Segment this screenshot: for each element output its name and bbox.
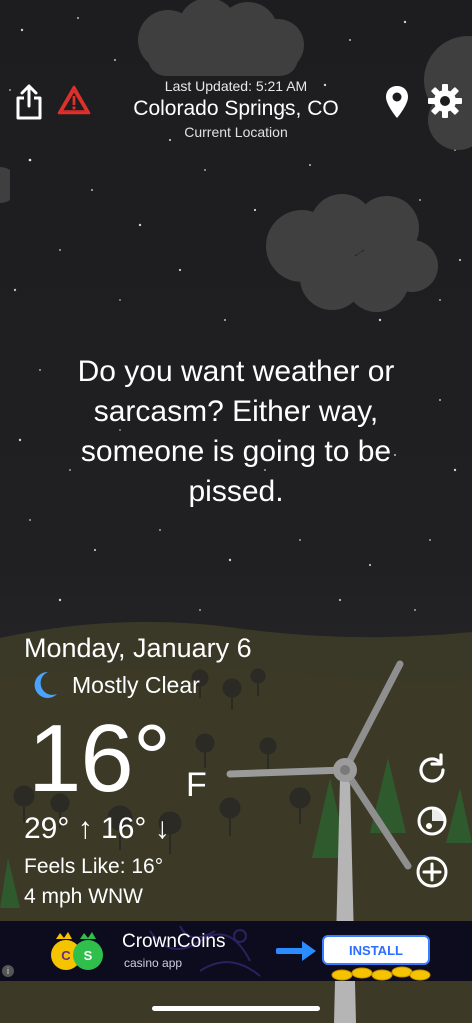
cloud-top xyxy=(138,0,304,76)
ad-subtitle: casino app xyxy=(124,956,183,970)
settings-button[interactable] xyxy=(426,82,464,120)
cloud-middle xyxy=(266,194,438,312)
svg-text:C: C xyxy=(61,948,71,963)
share-button[interactable] xyxy=(12,82,46,122)
warning-triangle-icon xyxy=(57,85,91,115)
location-button[interactable] xyxy=(382,82,412,122)
city-name: Colorado Springs, CO xyxy=(133,97,339,120)
map-pin-icon xyxy=(386,86,408,118)
ad-banner[interactable]: C S CrownCoins casino app INSTALL i xyxy=(0,921,472,981)
current-temperature: 16° xyxy=(28,705,171,812)
feels-like-temperature: Feels Like: 16° xyxy=(24,855,164,878)
crescent-moon-icon xyxy=(34,671,57,698)
arrow-right-icon xyxy=(276,941,316,961)
current-location-label: Current Location xyxy=(184,124,288,140)
plus-circle-icon xyxy=(416,856,448,888)
refresh-button[interactable] xyxy=(414,752,450,788)
wind-speed: 4 mph WNW xyxy=(24,885,144,908)
top-bar: Last Updated: 5:21 AM Colorado Springs, … xyxy=(0,74,472,144)
condition-row: Mostly Clear xyxy=(24,669,344,701)
gear-icon xyxy=(428,84,462,118)
temperature-row: 16° F xyxy=(24,707,344,811)
home-indicator[interactable] xyxy=(152,1006,320,1011)
last-updated-text: Last Updated: 5:21 AM xyxy=(164,78,308,94)
cloud-left xyxy=(0,167,10,203)
install-button[interactable]: INSTALL xyxy=(322,935,430,965)
high-low-temperature: 29° ↑ 16° ↓ xyxy=(24,812,170,845)
weather-alert-button[interactable] xyxy=(56,82,92,118)
current-conditions-panel: Monday, January 6 Mostly Clear 16° F 29°… xyxy=(24,630,344,911)
condition-text: Mostly Clear xyxy=(72,672,200,698)
sarcastic-forecast-text: Do you want weather or sarcasm? Either w… xyxy=(77,355,395,508)
radar-button[interactable] xyxy=(414,803,450,839)
location-header[interactable]: Last Updated: 5:21 AM Colorado Springs, … xyxy=(100,74,372,142)
svg-text:S: S xyxy=(84,948,93,963)
add-location-button[interactable] xyxy=(414,854,450,890)
temperature-unit[interactable]: F xyxy=(186,765,207,805)
share-icon xyxy=(16,84,42,120)
ad-title: CrownCoins xyxy=(122,931,226,952)
forecast-date: Monday, January 6 xyxy=(24,633,252,663)
refresh-icon xyxy=(419,753,445,783)
coin-pile-image xyxy=(331,966,431,981)
crowncoins-logo: C S xyxy=(51,932,103,970)
radar-icon xyxy=(417,806,447,836)
ad-info-icon[interactable]: i xyxy=(2,965,14,977)
